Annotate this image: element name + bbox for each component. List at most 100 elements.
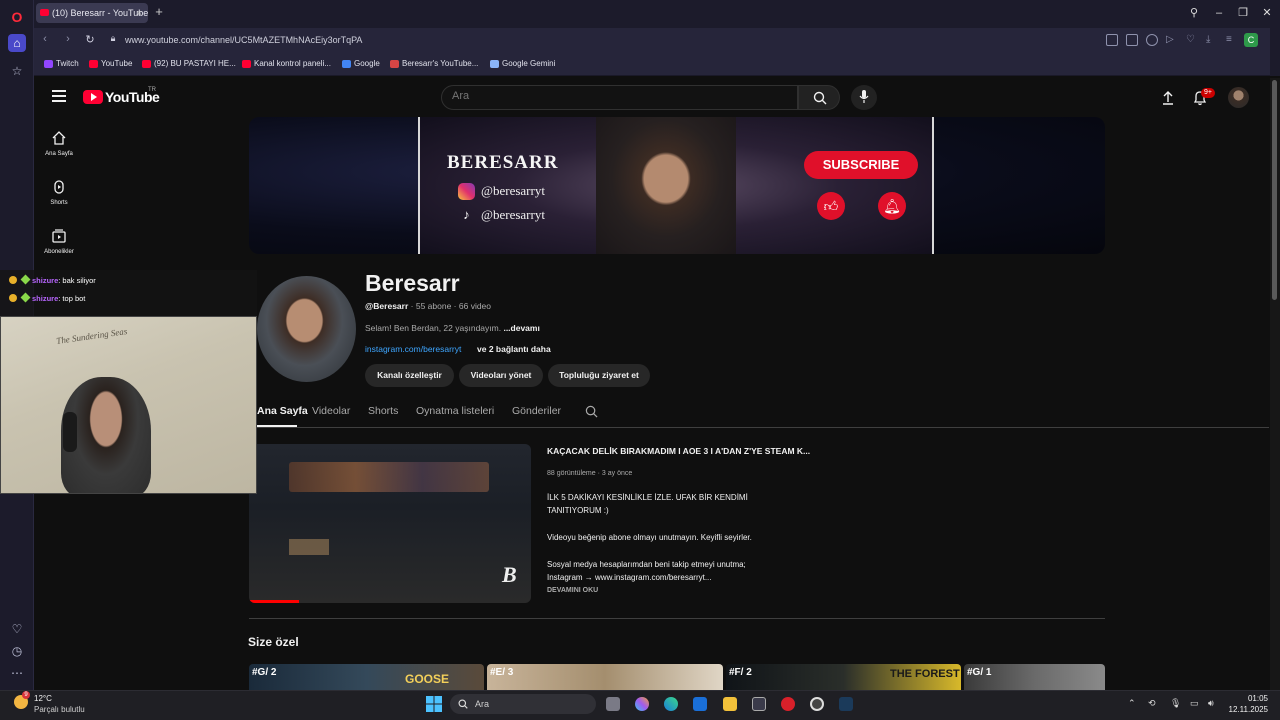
heart-icon[interactable]: ♡ [8, 620, 26, 638]
camera-icon[interactable] [1126, 34, 1138, 46]
bookmark-label: (92) BU PASTAYI HE... [154, 59, 236, 68]
subscriptions-icon [52, 229, 66, 243]
copilot-icon[interactable] [635, 697, 649, 711]
reload-icon[interactable]: ↻ [83, 33, 97, 46]
featured-desc-line: TANITIYORUM :) [547, 506, 609, 515]
bookmark-item[interactable]: YouTube [89, 59, 132, 68]
featured-video-title[interactable]: KAÇACAK DELİK BIRAKMADIM I AOE 3 I A'DAN… [547, 446, 810, 456]
weather-temperature[interactable]: 12°C [34, 694, 52, 703]
manage-videos-button[interactable]: Videoları yönet [459, 364, 543, 387]
outlook-icon[interactable] [693, 697, 707, 711]
extension-icon[interactable] [1146, 34, 1158, 46]
volume-icon[interactable]: 🔊︎ [1208, 698, 1214, 709]
bookmark-item[interactable]: Google Gemini [490, 59, 555, 68]
close-window-icon[interactable]: ✕ [1258, 4, 1276, 22]
bookmark-item[interactable]: Twitch [44, 59, 79, 68]
tray-overflow-icon[interactable]: ⌃ [1128, 698, 1136, 709]
bookmark-item[interactable]: Google [342, 59, 380, 68]
history-icon[interactable]: ◷ [8, 642, 26, 660]
channel-link[interactable]: instagram.com/beresarryt [365, 344, 461, 354]
obs-icon[interactable] [810, 697, 824, 711]
channel-description[interactable]: Selam! Ben Berdan, 22 yaşındayım. ...dev… [365, 323, 540, 333]
play-icon[interactable]: ▷ [1166, 34, 1178, 46]
voice-search-button[interactable] [851, 85, 877, 110]
active-tab-indicator [257, 425, 297, 427]
taskbar-search[interactable] [450, 694, 596, 714]
steam-icon[interactable] [839, 697, 853, 711]
opera-logo-icon[interactable]: O [8, 8, 26, 26]
guide-item-shorts[interactable]: Shorts [34, 179, 84, 206]
bookmark-item[interactable]: (92) BU PASTAYI HE... [142, 59, 236, 68]
forward-icon[interactable]: › [61, 33, 75, 45]
thumbs-up-icon: 👍︎ [817, 192, 845, 220]
tiktok-icon: ♪ [463, 207, 470, 222]
edge-icon[interactable] [664, 697, 678, 711]
featured-video-thumbnail[interactable] [249, 444, 531, 603]
channel-search-icon[interactable] [585, 405, 598, 418]
tab-shorts[interactable]: Shorts [368, 405, 398, 417]
clock-date[interactable]: 12.11.2025 [1227, 705, 1268, 714]
shelf-tag: #G/ 1 [967, 667, 992, 678]
guide-item-subscriptions[interactable]: Abonelikler [34, 228, 84, 255]
speed-dial-icon[interactable]: ☆ [8, 62, 26, 80]
mic-tray-icon[interactable]: 🎙︎ [1170, 698, 1181, 709]
banner-portrait [596, 117, 736, 254]
minimize-icon[interactable]: – [1210, 4, 1228, 22]
tab-home[interactable]: Ana Sayfa [257, 405, 308, 417]
windows-start-icon[interactable] [426, 696, 442, 712]
microphone-icon [859, 90, 869, 103]
bookmark-item[interactable]: Beresarr's YouTube... [390, 59, 478, 68]
tab-playlists[interactable]: Oynatma listeleri [416, 405, 494, 417]
bookmark-item[interactable]: Kanal kontrol paneli... [242, 59, 331, 68]
banner-instagram-handle: @beresarryt [481, 183, 545, 198]
featured-desc-line: Sosyal medya hesaplarımdan beni takip et… [547, 560, 746, 569]
shelf-video-thumbnail[interactable] [487, 664, 723, 690]
shield-icon[interactable]: ♡ [1186, 34, 1198, 46]
search-input[interactable] [452, 90, 782, 102]
tab-posts[interactable]: Gönderiler [512, 405, 561, 417]
view-count: 88 görüntüleme [547, 470, 596, 477]
task-view-icon[interactable] [606, 697, 620, 711]
read-more-link[interactable]: DEVAMINI OKU [547, 587, 598, 594]
display-icon[interactable]: ▭ [1190, 698, 1199, 709]
file-explorer-icon[interactable] [723, 697, 737, 711]
clock-time[interactable]: 01:05 [1246, 694, 1268, 703]
account-avatar[interactable] [1228, 87, 1249, 108]
profile-avatar[interactable]: C [1244, 33, 1258, 47]
opera-icon[interactable] [781, 697, 795, 711]
search-button[interactable] [798, 85, 840, 110]
visit-community-button[interactable]: Topluluğu ziyaret et [548, 364, 650, 387]
chat-text: : top bot [58, 294, 86, 303]
tab-videos[interactable]: Videolar [312, 405, 350, 417]
url-field[interactable]: www.youtube.com/channel/UC5MtAZETMhNAcEi… [125, 35, 362, 45]
maximize-icon[interactable]: ❐ [1234, 4, 1252, 22]
download-icon[interactable]: ⤓ [1206, 34, 1218, 46]
more-icon[interactable]: ⋯ [8, 664, 26, 682]
home-sidebar-icon[interactable]: ⌂ [8, 34, 26, 52]
chat-text: : bak siliyor [58, 276, 96, 285]
edit-icon[interactable] [1106, 34, 1118, 46]
banner-tiktok-handle: @beresarryt [481, 207, 545, 222]
weather-description[interactable]: Parçalı bulutlu [34, 705, 85, 714]
customize-channel-button[interactable]: Kanalı özelleştir [365, 364, 454, 387]
scrollbar-thumb[interactable] [1272, 80, 1277, 300]
channel-avatar[interactable] [257, 276, 356, 382]
more-links[interactable]: ve 2 bağlantı daha [477, 344, 551, 354]
browser-tab[interactable]: (10) Beresarr - YouTube × [36, 3, 148, 23]
close-tab-icon[interactable]: × [137, 3, 142, 23]
sync-icon[interactable]: ⟲ [1148, 698, 1156, 709]
country-code: TR [148, 87, 156, 93]
store-icon[interactable] [752, 697, 766, 711]
guide-item-home[interactable]: Ana Sayfa [34, 130, 84, 157]
upload-icon[interactable] [1160, 90, 1176, 106]
youtube-logo-icon[interactable] [83, 90, 103, 104]
description-text: Selam! Ben Berdan, 22 yaşındayım. [365, 323, 502, 333]
bookmark-label: Google [354, 59, 380, 68]
bookmark-label: Twitch [56, 59, 79, 68]
search-tabs-icon[interactable]: ⚲ [1185, 4, 1203, 22]
new-tab-icon[interactable]: + [152, 5, 166, 19]
menu-icon[interactable] [52, 90, 66, 102]
description-more-link[interactable]: ...devamı [503, 323, 539, 333]
easy-setup-icon[interactable]: ≡ [1226, 34, 1238, 46]
back-icon[interactable]: ‹ [38, 33, 52, 45]
